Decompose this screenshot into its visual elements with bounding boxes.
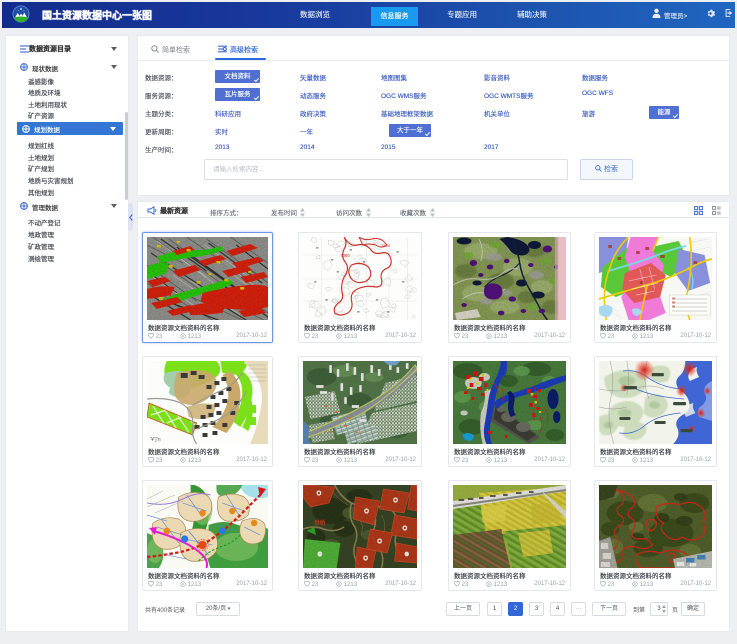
svg-text:7864: 7864 xyxy=(381,243,390,248)
svg-text:'¥']'n: '¥']'n xyxy=(150,437,161,443)
svg-text:7060: 7060 xyxy=(340,253,350,258)
